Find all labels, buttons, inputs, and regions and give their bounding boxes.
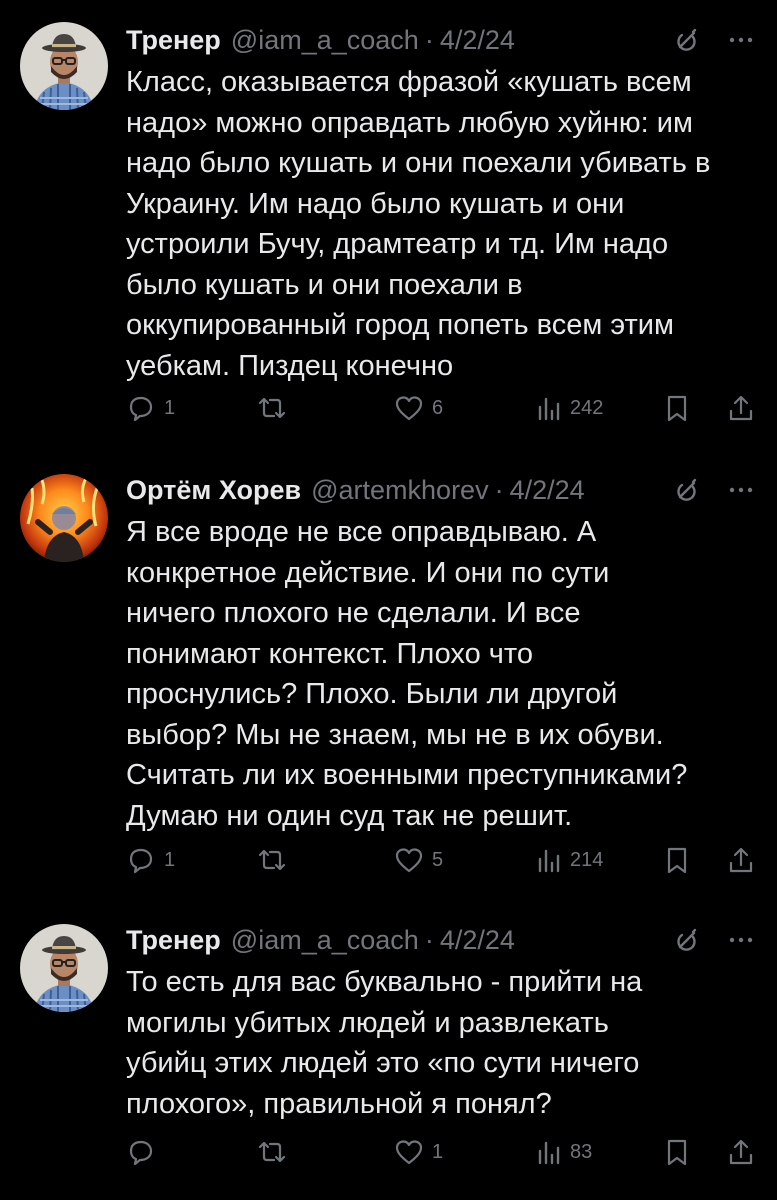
views-button[interactable]: 242 [536,388,603,428]
grok-icon[interactable] [671,924,703,956]
reply-count: 1 [164,848,176,871]
text-line: выбор? Мы не знаем, мы не в их обуви. [126,718,664,751]
like-count: 6 [432,396,444,419]
tweet[interactable]: Тренер @iam_a_coach · 4/2/24 То есть для… [0,918,777,1188]
views-count: 242 [570,396,604,419]
retweet-button[interactable] [256,1132,296,1172]
tweet-date[interactable]: 4/2/24 [510,475,585,506]
bookmark-button[interactable] [664,840,690,880]
like-button[interactable]: 6 [394,388,443,428]
reply-button[interactable]: 1 [126,840,175,880]
text-line: То есть для вас буквально - прийти на [126,966,643,998]
text-line: конкретное действие. И они по сути [126,556,610,589]
grok-icon[interactable] [671,474,703,506]
heart-icon [395,396,423,421]
bookmark-icon [667,847,687,874]
author-handle[interactable]: @iam_a_coach [231,25,419,56]
views-count: 214 [570,848,604,871]
separator-dot: · [424,924,434,955]
text-line: плохого», правильной я понял? [126,1087,552,1120]
views-icon [538,849,560,873]
separator-dot: · [424,24,434,55]
like-button[interactable]: 1 [394,1132,443,1172]
share-button[interactable] [726,1132,756,1172]
retweet-icon [258,849,286,871]
bookmark-button[interactable] [664,1132,690,1172]
author-name[interactable]: Тренер [126,925,221,956]
avatar[interactable] [20,474,108,562]
reply-button[interactable]: 1 [126,388,175,428]
views-button[interactable]: 83 [536,1132,592,1172]
author-handle[interactable]: @iam_a_coach [231,925,419,956]
reply-icon [129,1140,153,1166]
more-icon[interactable] [725,474,757,506]
share-icon [729,847,753,873]
bookmark-button[interactable] [664,388,690,428]
text-line: устроили Бучу, драмтеатр и тд. Им надо [126,228,669,260]
bookmark-icon [667,1139,687,1166]
views-icon [538,1141,560,1165]
tweet[interactable]: Тренер @iam_a_coach · 4/2/24 Класс, оказ… [0,18,777,458]
text-line: убийц этих людей это «по сути ничего [126,1047,640,1079]
grok-icon[interactable] [671,24,703,56]
share-icon [729,1139,753,1165]
tweet-text: То есть для вас буквально - прийти на мо… [126,962,756,1124]
like-button[interactable]: 5 [394,840,443,880]
author-handle[interactable]: @artemkhorev [311,475,488,506]
reply-button[interactable] [126,1132,164,1172]
text-line: проснулись? Плохо. Были ли другой [126,678,618,710]
avatar[interactable] [20,22,108,110]
action-bar: 1 83 [126,1132,756,1172]
heart-icon [395,848,423,873]
text-line: Считать ли их военными преступниками? [126,759,688,791]
share-icon [729,395,753,421]
text-line: надо» можно оправдать любую хуйню: им [126,106,693,139]
text-line: Класс, оказывается фразой «кушать всем [126,66,692,98]
retweet-icon [258,397,286,419]
text-line: оккупированный город попеть всем этим [126,309,674,341]
text-line: могилы убитых людей и развлекать [126,1006,609,1039]
text-line: Украину. Им надо было кушать и они [126,187,625,220]
like-count: 5 [432,848,444,871]
retweet-button[interactable] [256,388,296,428]
action-bar: 1 6 242 [126,388,756,428]
retweet-icon [258,1141,286,1163]
more-icon[interactable] [725,24,757,56]
bookmark-icon [667,395,687,422]
reply-icon [129,396,153,422]
text-line: надо было кушать и они поехали убивать в [126,147,711,179]
share-button[interactable] [726,840,756,880]
tweet-text: Класс, оказывается фразой «кушать всем н… [126,62,756,386]
heart-icon [395,1140,423,1165]
tweet[interactable]: Ортём Хорев @artemkhorev · 4/2/24 Я все … [0,468,777,908]
text-line: понимают контекст. Плохо что [126,637,533,670]
tweet-date[interactable]: 4/2/24 [440,25,515,56]
action-bar: 1 5 214 [126,840,756,880]
text-line: ничего плохого не сделали. И все [126,597,581,629]
text-line: уебкам. Пиздец конечно [126,349,454,382]
avatar[interactable] [20,924,108,1012]
more-icon[interactable] [725,924,757,956]
tweet-text: Я все вроде не все оправдываю. А конкрет… [126,512,756,836]
like-count: 1 [432,1140,444,1163]
retweet-button[interactable] [256,840,296,880]
reply-icon [129,848,153,874]
text-line: было кушать и они поехали в [126,268,523,301]
views-button[interactable]: 214 [536,840,603,880]
views-icon [538,397,560,421]
author-name[interactable]: Ортём Хорев [126,475,301,506]
separator-dot: · [494,474,504,505]
text-line: Думаю ни один суд так не решит. [126,799,573,832]
views-count: 83 [570,1140,593,1163]
tweet-date[interactable]: 4/2/24 [440,925,515,956]
share-button[interactable] [726,388,756,428]
reply-count: 1 [164,396,176,419]
author-name[interactable]: Тренер [126,25,221,56]
text-line: Я все вроде не все оправдываю. А [126,516,597,548]
